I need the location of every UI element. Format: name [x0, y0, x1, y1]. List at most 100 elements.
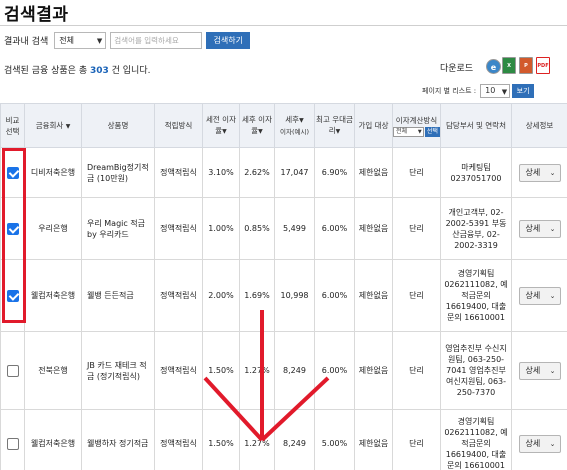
target-cell: 제한없음 — [354, 147, 393, 198]
compare-checkbox[interactable] — [6, 364, 19, 377]
calc-method-cell: 단리 — [392, 409, 441, 470]
chevron-down-icon: ⌄ — [549, 439, 556, 448]
compare-checkbox[interactable] — [6, 289, 19, 302]
header-posttax-rate[interactable]: 세후 이자율▼ — [239, 103, 275, 148]
posttax-amount-cell: 8,249 — [274, 331, 315, 410]
compare-checkbox[interactable] — [6, 222, 19, 235]
search-scope-select[interactable]: 전체 ▼ — [54, 31, 107, 49]
table-header-row: 비교 선택 금융회사 ▼ 상품명 적립방식 세전 이자율▼ 세후 이자율▼ 세후… — [0, 103, 567, 148]
excel-icon[interactable]: X — [502, 57, 516, 74]
compare-cell — [0, 147, 25, 198]
posttax-amount-cell: 10,998 — [274, 259, 315, 332]
detail-cell: 상세 ⌄ — [511, 147, 567, 198]
chevron-down-icon: ▼ — [501, 88, 508, 96]
detail-label: 상세 — [525, 290, 541, 300]
per-page-select[interactable]: 10 ▼ — [480, 84, 511, 98]
chevron-down-icon: ⌄ — [549, 291, 556, 300]
detail-cell: 상세 ⌄ — [511, 259, 567, 332]
contact-cell: 경영기획팀 0262111082, 예적금문의 16619400, 대출문의 1… — [440, 259, 512, 332]
header-method: 적립방식 — [154, 103, 203, 148]
result-suffix: 건 입니다. — [108, 66, 151, 76]
header-compare: 비교 선택 — [0, 103, 25, 148]
sort-down-icon: ▼ — [222, 128, 227, 135]
sort-down-icon: ▼ — [335, 128, 341, 135]
page-title: 검색결과 — [4, 5, 69, 25]
compare-checkbox[interactable] — [6, 166, 19, 179]
search-input[interactable] — [110, 31, 203, 49]
chevron-down-icon: ▼ — [417, 128, 422, 135]
calc-method-cell: 단리 — [392, 197, 441, 260]
per-page-label: 페이지 별 리스트 : — [422, 87, 477, 95]
ie-icon[interactable]: e — [486, 59, 501, 74]
detail-cell: 상세 ⌄ — [511, 197, 567, 260]
compare-checkbox[interactable] — [6, 437, 19, 450]
max-rate-cell: 5.00% — [314, 409, 355, 470]
table-row: 웰컴저축은행 웰뱅하자 정기적금 정액적립식 1.50% 1.27% 8,249 5.00%… — [0, 409, 567, 470]
chevron-down-icon: ⌄ — [549, 366, 556, 375]
sort-down-icon: ▼ — [258, 128, 263, 135]
compare-cell — [0, 197, 25, 260]
posttax-amount-cell: 17,047 — [274, 147, 315, 198]
result-search-bar: 결과내 검색 전체 ▼ 검색하기 — [4, 31, 251, 49]
chevron-down-icon: ⌄ — [549, 224, 556, 233]
search-button[interactable]: 검색하기 — [206, 31, 251, 49]
detail-select[interactable]: 상세 ⌄ — [518, 286, 561, 305]
posttax-rate-cell: 2.62% — [239, 147, 275, 198]
table-row: 우리은행 우리 Magic 적금 by 우리카드 정액적립식 1.00% 0.85% 5,… — [0, 197, 567, 260]
target-cell: 제한없음 — [354, 197, 393, 260]
pdf-icon[interactable]: PDF — [536, 57, 550, 74]
search-label: 결과내 검색 — [4, 36, 49, 47]
sort-down-icon: ▼ — [65, 122, 71, 130]
calc-method-cell: 단리 — [392, 331, 441, 410]
header-posttax-amount[interactable]: 세후▼ 이자(예시) — [274, 103, 315, 148]
per-page-value: 10 — [485, 86, 496, 95]
detail-label: 상세 — [525, 223, 541, 233]
per-page-control: 페이지 별 리스트 : 10 ▼ 보기 — [422, 84, 535, 98]
posttax-rate-cell: 1.69% — [239, 259, 275, 332]
pretax-rate-cell: 1.00% — [202, 197, 240, 260]
detail-select[interactable]: 상세 ⌄ — [518, 219, 561, 238]
product-cell: 웰뱅하자 정기적금 — [81, 409, 155, 470]
contact-cell: 영업추진부 수신지원팀, 063-250-7041 영업추진부 여신지원팀, 0… — [440, 331, 512, 410]
company-cell: 디비저축은행 — [24, 147, 82, 198]
header-calc-method: 이자계산방식 전체 ▼ 선택 — [392, 103, 441, 148]
contact-cell: 경영기획팀 0262111082, 예적금문의 16619400, 대출문의 1… — [440, 409, 512, 470]
calc-method-select[interactable]: 전체 ▼ — [393, 126, 424, 137]
header-product: 상품명 — [81, 103, 155, 148]
detail-select[interactable]: 상세 ⌄ — [518, 163, 561, 182]
chevron-down-icon: ▼ — [96, 36, 103, 45]
max-rate-cell: 6.90% — [314, 147, 355, 198]
table-row: 디비저축은행 DreamBig정기적금 (10만원) 정액적립식 3.10% 2.62%… — [0, 147, 567, 198]
compare-cell — [0, 409, 25, 470]
calc-method-button[interactable]: 선택 — [424, 126, 440, 137]
company-cell: 우리은행 — [24, 197, 82, 260]
table-row: 웰컴저축은행 웰뱅 든든적금 정액적립식 2.00% 1.69% 10,998 6.00% 제… — [0, 259, 567, 332]
search-scope-value: 전체 — [59, 35, 74, 45]
pretax-rate-cell: 2.00% — [202, 259, 240, 332]
calc-method-cell: 단리 — [392, 259, 441, 332]
header-company[interactable]: 금융회사 ▼ — [24, 103, 82, 148]
header-pretax-rate[interactable]: 세전 이자율▼ — [202, 103, 240, 148]
table-row: 전북은행 JB 카드 재테크 적금 (정기적립식) 정액적립식 1.50% 1.27% 8… — [0, 331, 567, 410]
contact-cell: 마케팅팀 0237051700 — [440, 147, 512, 198]
results-table: 비교 선택 금융회사 ▼ 상품명 적립방식 세전 이자율▼ 세후 이자율▼ 세후… — [0, 103, 567, 470]
product-cell: JB 카드 재테크 적금 (정기적립식) — [81, 331, 155, 410]
result-summary: 검색된 금융 상품은 총 303 건 입니다. — [4, 63, 150, 76]
posttax-rate-cell: 1.27% — [239, 409, 275, 470]
company-cell: 웰컴저축은행 — [24, 259, 82, 332]
max-rate-cell: 6.00% — [314, 259, 355, 332]
header-detail: 상세정보 — [511, 103, 567, 148]
posttax-amount-cell: 5,499 — [274, 197, 315, 260]
download-label: 다운로드 — [440, 64, 474, 74]
company-cell: 전북은행 — [24, 331, 82, 410]
detail-cell: 상세 ⌄ — [511, 331, 567, 410]
detail-select[interactable]: 상세 ⌄ — [518, 434, 561, 453]
header-max-rate[interactable]: 최고 우대금리▼ — [314, 103, 355, 148]
detail-label: 상세 — [525, 365, 541, 375]
powerpoint-icon[interactable]: P — [519, 57, 533, 74]
per-page-view-button[interactable]: 보기 — [512, 84, 535, 98]
detail-select[interactable]: 상세 ⌄ — [518, 361, 561, 380]
pretax-rate-cell: 1.50% — [202, 331, 240, 410]
max-rate-cell: 6.00% — [314, 197, 355, 260]
product-cell: 우리 Magic 적금 by 우리카드 — [81, 197, 155, 260]
